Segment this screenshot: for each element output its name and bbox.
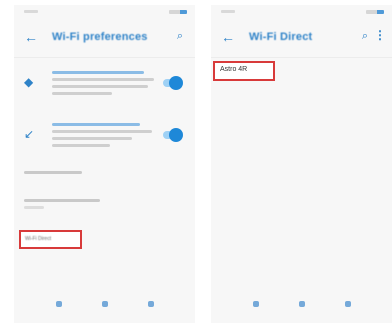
page-title: Wi-Fi Direct <box>249 31 313 43</box>
pref-item-install-certificates[interactable] <box>24 171 164 178</box>
arrow-back-icon[interactable]: ← <box>24 30 38 44</box>
status-bar <box>14 5 195 19</box>
pref-row-auto-connect[interactable]: ↙ <box>14 117 195 165</box>
toggle-switch[interactable] <box>163 128 183 142</box>
pref-item-network-rating-provider[interactable] <box>24 199 164 213</box>
app-bar: ← Wi-Fi Direct ⌕ ⋮ <box>211 19 392 58</box>
nav-home-icon[interactable] <box>299 301 305 307</box>
app-bar: ← Wi-Fi preferences ⌕ <box>14 19 195 58</box>
status-bar <box>211 5 392 19</box>
search-icon[interactable]: ⌕ <box>362 30 368 42</box>
toggle-knob <box>169 128 183 142</box>
nav-home-icon[interactable] <box>102 301 108 307</box>
status-time <box>221 10 235 13</box>
wifi-direct-screen: ← Wi-Fi Direct ⌕ ⋮ Astro 4R <box>211 5 392 323</box>
pref-row-text <box>52 71 160 99</box>
pref-row-text <box>52 123 160 151</box>
network-icon: ↙ <box>24 127 35 141</box>
search-icon[interactable]: ⌕ <box>177 30 183 42</box>
wifi-icon: ◆ <box>24 75 34 89</box>
device-name: Astro 4R <box>220 66 248 73</box>
toggle-knob <box>169 76 183 90</box>
nav-back-icon[interactable] <box>253 301 259 307</box>
page-title: Wi-Fi preferences <box>52 31 148 43</box>
status-icons <box>366 10 384 14</box>
navigation-bar <box>211 289 392 323</box>
arrow-back-icon[interactable]: ← <box>221 30 235 44</box>
toggle-switch[interactable] <box>163 76 183 90</box>
wifi-preferences-screen: ← Wi-Fi preferences ⌕ ◆ ↙ Wi-Fi Direct <box>14 5 195 323</box>
nav-recents-icon[interactable] <box>345 301 351 307</box>
nav-recents-icon[interactable] <box>148 301 154 307</box>
navigation-bar <box>14 289 195 323</box>
wifi-direct-menu-item[interactable]: Wi-Fi Direct <box>19 230 82 249</box>
more-vert-icon[interactable]: ⋮ <box>374 29 386 41</box>
nav-back-icon[interactable] <box>56 301 62 307</box>
pref-row-open-network-notification[interactable]: ◆ <box>14 65 195 113</box>
status-icons <box>169 10 187 14</box>
peer-device-item[interactable]: Astro 4R <box>213 61 275 81</box>
status-time <box>24 10 38 13</box>
